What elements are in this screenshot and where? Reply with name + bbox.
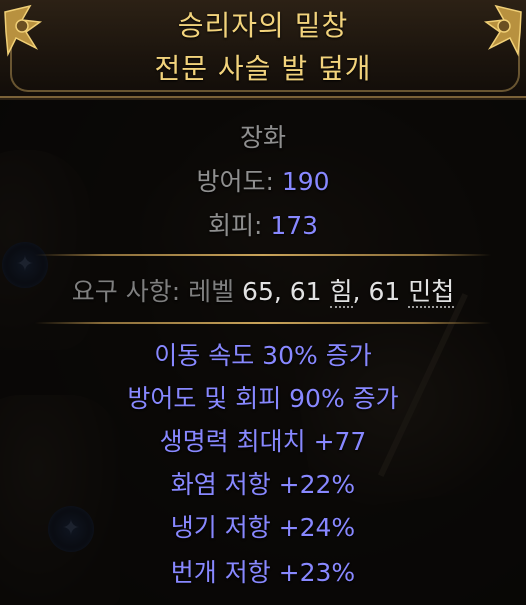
- separator: [35, 322, 491, 324]
- armour-line: 방어도: 190: [0, 162, 526, 198]
- evasion-value: 173: [270, 211, 319, 240]
- item-name: 승리자의 밑창: [177, 9, 349, 42]
- str-label[interactable]: 힘: [329, 277, 353, 308]
- item-base-type: 전문 사슬 발 덮개: [154, 52, 372, 85]
- explicit-mod: 번개 저항 +23%: [170, 558, 356, 587]
- level-value: 65,: [242, 277, 282, 306]
- item-class: 장화: [239, 123, 286, 152]
- explicit-mod: 방어도 및 회피 90% 증가: [127, 384, 399, 413]
- explicit-mod: 냉기 저항 +24%: [170, 513, 356, 542]
- explicit-mod: 생명력 최대치 +77: [159, 427, 367, 456]
- level-label: 레벨: [188, 277, 235, 306]
- req-comma: ,: [352, 277, 361, 306]
- dex-label[interactable]: 민첩: [408, 277, 455, 308]
- str-value: 61: [289, 277, 322, 306]
- armour-label: 방어도:: [196, 167, 274, 196]
- tooltip-header: 승리자의 밑창 전문 사슬 발 덮개: [0, 0, 526, 98]
- explicit-mod: 화염 저항 +22%: [170, 470, 356, 499]
- requirements-label: 요구 사항:: [71, 277, 181, 306]
- item-tooltip: 승리자의 밑창 전문 사슬 발 덮개 장화 방어도: 190 회피: 173 요…: [0, 0, 526, 605]
- dex-value: 61: [368, 277, 401, 306]
- armour-value: 190: [281, 167, 330, 196]
- separator: [35, 254, 491, 256]
- requirements-line: 요구 사항: 레벨 65, 61 힘, 61 민첩: [0, 272, 526, 308]
- evasion-label: 회피:: [207, 211, 263, 240]
- evasion-line: 회피: 173: [0, 206, 526, 242]
- explicit-mod: 이동 속도 30% 증가: [154, 341, 372, 370]
